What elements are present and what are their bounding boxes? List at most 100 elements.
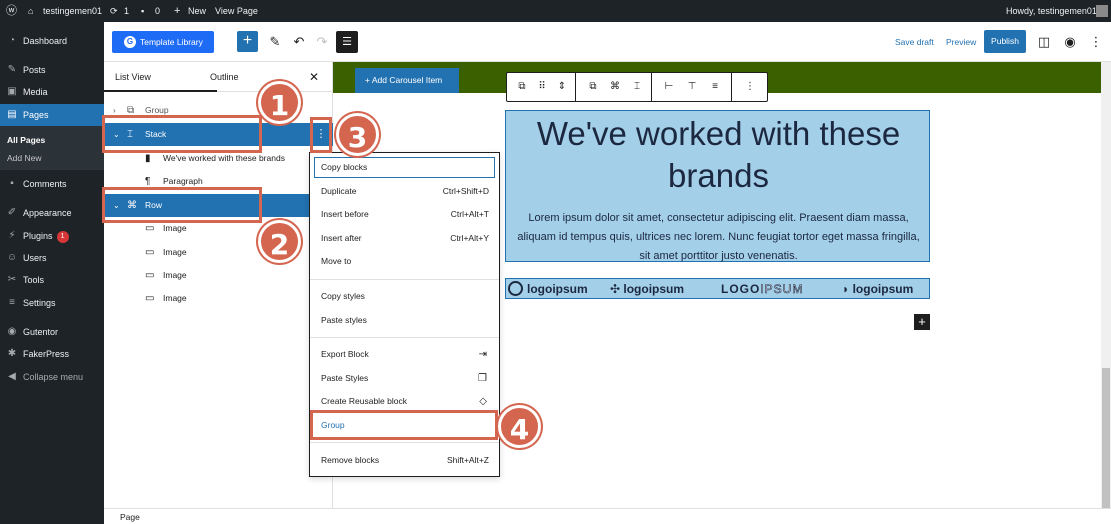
justify-left-icon[interactable]: ⊢ <box>660 73 678 101</box>
new-link[interactable]: New <box>188 0 206 22</box>
list-item-image[interactable]: ▭ Image <box>104 287 333 310</box>
parent-block-icon[interactable]: ⧉ <box>513 73 531 101</box>
menu-insert-after[interactable]: Insert after Ctrl+Alt+Y <box>310 227 499 250</box>
menu-shortcut: Ctrl+Alt+T <box>450 209 489 219</box>
redo-icon[interactable]: ↷ <box>312 31 332 52</box>
publish-button[interactable]: Publish <box>984 30 1026 53</box>
save-draft-button[interactable]: Save draft <box>895 31 934 53</box>
menu-shortcut: Shift+Alt+Z <box>446 455 489 465</box>
add-carousel-item-button[interactable]: + Add Carousel Item <box>355 68 459 93</box>
toolbar-divider <box>651 73 652 101</box>
sidebar-item-appearance[interactable]: ✐ Appearance <box>0 202 104 224</box>
menu-remove-blocks[interactable]: Remove blocks Shift+Alt+Z <box>310 449 499 472</box>
scrollbar-thumb[interactable] <box>1102 368 1110 508</box>
sidebar-item-media[interactable]: ▣ Media <box>0 81 104 103</box>
annotation-number-1: 1 <box>258 81 301 124</box>
gutentor-panel-icon[interactable]: ◉ <box>1060 31 1080 52</box>
sidebar-item-gutentor[interactable]: ◉ Gutentor <box>0 321 104 343</box>
settings-panel-icon[interactable]: ◫ <box>1034 31 1054 52</box>
updates-icon[interactable]: ⟳ <box>110 0 118 22</box>
updates-count: 1 <box>124 6 130 16</box>
image-icon: ▭ <box>145 247 155 258</box>
menu-copy-blocks[interactable]: Copy blocks <box>313 156 496 179</box>
menu-export-block[interactable]: Export Block ⇥ <box>310 343 499 366</box>
drag-handle-icon[interactable]: ⠿ <box>533 73 551 101</box>
logo-image-1[interactable]: logoipsum <box>508 279 588 300</box>
menu-insert-before[interactable]: Insert before Ctrl+Alt+T <box>310 203 499 226</box>
sidebar-item-pages[interactable]: ▤ Pages <box>0 104 104 126</box>
block-inserter-button[interactable]: + <box>237 31 258 52</box>
tab-list-view[interactable]: List View <box>115 62 151 92</box>
logo-image-2[interactable]: ✣ logoipsum <box>610 279 684 300</box>
block-breadcrumb: Page <box>104 508 1111 524</box>
brands-heading[interactable]: We've worked with these brands <box>506 113 931 197</box>
pencil-icon[interactable]: ✎ <box>265 31 285 52</box>
stack-transform-icon[interactable]: ⌶ <box>628 73 646 101</box>
logo-image-4[interactable]: ◗ logoipsum <box>842 279 913 300</box>
undo-icon[interactable]: ↶ <box>289 31 309 52</box>
plus-icon: + <box>174 5 181 17</box>
list-item-label: Image <box>163 270 187 280</box>
site-name-link[interactable]: testingemen01 <box>43 0 102 22</box>
logo-row-block[interactable]: logoipsum ✣ logoipsum LOGOIPSUM ◗ logoip… <box>505 278 930 299</box>
list-view-button[interactable]: ☰ <box>336 31 358 53</box>
template-library-button[interactable]: G Template Library <box>112 31 214 53</box>
avatar[interactable] <box>1096 5 1108 17</box>
gutentor-logo-icon: G <box>124 36 136 48</box>
move-up-down-icon[interactable]: ⇕ <box>553 73 571 101</box>
more-options-icon[interactable]: ⋮ <box>741 73 759 101</box>
sidebar-item-plugins[interactable]: ⚡ Plugins 1 <box>0 225 104 247</box>
logo-text: logoipsum <box>623 282 685 296</box>
sidebar-item-dashboard[interactable]: ◔ Dashboard <box>0 30 104 52</box>
block-append-button[interactable]: + <box>914 314 930 330</box>
brands-paragraph[interactable]: Lorem ipsum dolor sit amet, consectetur … <box>514 209 923 266</box>
sidebar-item-label: Collapse menu <box>23 372 84 382</box>
logo-text-outline: IPSUM <box>760 282 804 297</box>
tab-outline[interactable]: Outline <box>210 62 239 92</box>
logo-circle-icon <box>508 281 523 296</box>
admin-bar: ⓦ ⌂ testingemen01 ⟳ 1 ▪ 0 + New View Pag… <box>0 0 1111 22</box>
menu-label: Move to <box>321 256 352 266</box>
options-icon[interactable]: ⋮ <box>1086 31 1106 52</box>
toolbar-divider <box>575 73 576 101</box>
sidebar-item-users[interactable]: ☺ Users <box>0 247 104 269</box>
annotation-box-stack <box>102 115 262 153</box>
close-icon[interactable]: ✕ <box>309 62 319 92</box>
wordpress-logo-icon[interactable]: ⓦ <box>6 0 17 22</box>
sidebar-item-fakerpress[interactable]: ✱ FakerPress <box>0 343 104 365</box>
group-transform-icon[interactable]: ⧉ <box>584 73 602 101</box>
stack-block[interactable]: We've worked with these brands Lorem ips… <box>505 110 930 262</box>
sidebar-item-comments[interactable]: ▪ Comments <box>0 173 104 195</box>
preview-button[interactable]: Preview <box>946 31 976 53</box>
submenu-all-pages[interactable]: All Pages <box>7 132 45 148</box>
sidebar-item-tools[interactable]: ✂ Tools <box>0 269 104 291</box>
menu-duplicate[interactable]: Duplicate Ctrl+Shift+D <box>310 180 499 203</box>
sidebar-item-posts[interactable]: ✎ Posts <box>0 59 104 81</box>
sidebar-item-label: Users <box>23 253 47 263</box>
row-transform-icon[interactable]: ⌘ <box>606 73 624 101</box>
submenu-add-new[interactable]: Add New <box>7 150 42 166</box>
menu-label: Duplicate <box>321 186 357 196</box>
add-carousel-item-label: Add Carousel Item <box>371 75 443 85</box>
menu-paste-styles[interactable]: Paste styles <box>310 309 499 332</box>
menu-copy-styles[interactable]: Copy styles <box>310 285 499 308</box>
sidebar-item-label: Settings <box>23 298 56 308</box>
howdy-user[interactable]: Howdy, testingemen01 <box>1006 0 1097 22</box>
sidebar-item-label: Appearance <box>23 208 72 218</box>
sidebar-item-settings[interactable]: ≡ Settings <box>0 292 104 314</box>
menu-paste-styles-2[interactable]: Paste Styles ❐ <box>310 367 499 390</box>
logo-image-3[interactable]: LOGOIPSUM <box>721 279 803 300</box>
menu-move-to[interactable]: Move to <box>310 250 499 273</box>
template-library-label: Template Library <box>140 37 203 47</box>
width-icon[interactable]: ≡ <box>706 73 724 101</box>
sidebar-item-label: Pages <box>23 110 49 120</box>
align-top-icon[interactable]: ⊤ <box>683 73 701 101</box>
canvas-scrollbar[interactable] <box>1101 62 1111 508</box>
collapse-menu-button[interactable]: ◀ Collapse menu <box>0 366 104 388</box>
annotation-number-3: 3 <box>336 113 379 156</box>
breadcrumb-page[interactable]: Page <box>120 509 140 524</box>
menu-label: Copy blocks <box>321 162 368 172</box>
view-page-link[interactable]: View Page <box>215 0 258 22</box>
comment-icon[interactable]: ▪ <box>141 0 144 22</box>
list-item-image[interactable]: ▭ Image <box>104 264 333 287</box>
